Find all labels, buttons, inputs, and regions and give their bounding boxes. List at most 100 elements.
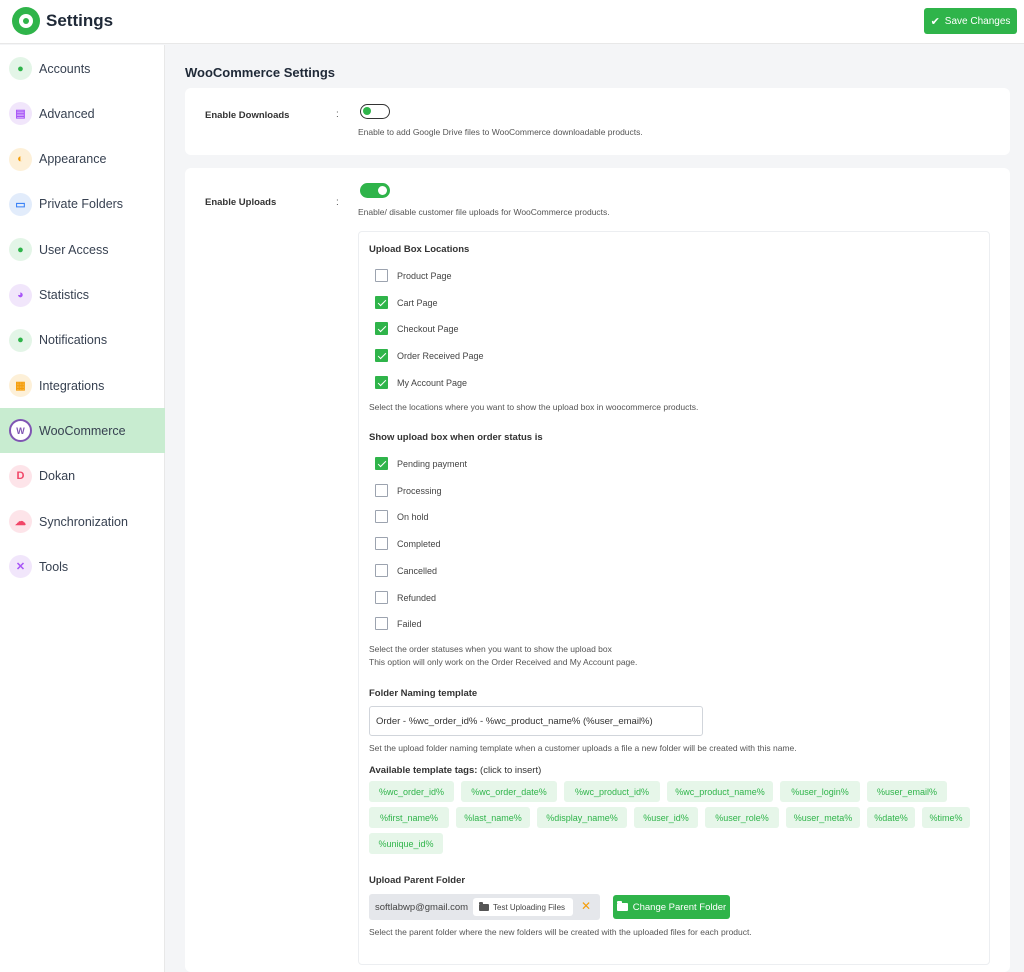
sidebar-item-dokan[interactable]: D Dokan <box>0 454 165 499</box>
cloud-sync-icon: ☁ <box>9 510 32 533</box>
sidebar-item-advanced[interactable]: ▤ Advanced <box>0 91 165 136</box>
template-tag[interactable]: %wc_product_id% <box>564 781 660 802</box>
downloads-card <box>185 88 1010 155</box>
template-tag[interactable]: %wc_order_date% <box>461 781 557 802</box>
pie-chart-icon: ◕ <box>9 283 32 307</box>
checkbox-label: Cancelled <box>397 565 438 576</box>
sidebar-item-label: Advanced <box>39 106 95 121</box>
folder-open-icon <box>616 901 628 911</box>
selected-folder-chip: Test Uploading Files <box>473 898 573 916</box>
checkbox-label: Checkout Page <box>397 324 459 335</box>
sidebar-item-woocommerce[interactable]: W WooCommerce <box>0 408 165 454</box>
enable-downloads-toggle[interactable] <box>360 104 390 119</box>
template-tags-title-bold: Available template tags: <box>369 765 478 776</box>
sidebar-item-user-access[interactable]: ● User Access <box>0 227 165 272</box>
uploads-description: Enable/ disable customer file uploads fo… <box>358 207 610 217</box>
template-tag[interactable]: %user_login% <box>780 781 860 802</box>
parent-folder-description: Select the parent folder where the new f… <box>369 927 752 937</box>
downloads-colon: : <box>336 109 339 120</box>
checkbox-order-received-page[interactable] <box>375 349 388 363</box>
checkbox-cart-page[interactable] <box>375 295 388 309</box>
checkbox-completed[interactable] <box>375 537 388 551</box>
sidebar-item-label: Accounts <box>39 61 91 76</box>
sidebar-item-label: Tools <box>39 559 69 574</box>
checkbox-label: Completed <box>397 539 441 550</box>
checkbox-failed[interactable] <box>375 617 388 631</box>
template-tag[interactable]: %unique_id% <box>369 833 443 854</box>
folder-naming-input[interactable] <box>369 706 703 736</box>
sidebar-item-label: Dokan <box>39 469 76 484</box>
enable-downloads-label: Enable Downloads <box>205 110 290 121</box>
checkbox-my-account-page[interactable] <box>375 375 388 389</box>
sidebar-item-synchronization[interactable]: ☁ Synchronization <box>0 499 165 544</box>
checkbox-label: Product Page <box>397 271 452 281</box>
template-tag[interactable]: %wc_product_name% <box>667 781 773 802</box>
woocommerce-icon: W <box>9 419 32 443</box>
sidebar-item-label: Notifications <box>39 333 108 348</box>
template-tag[interactable]: %date% <box>867 807 915 828</box>
template-tag[interactable]: %first_name% <box>369 807 449 828</box>
save-changes-button[interactable]: ✔ Save Changes <box>924 8 1017 34</box>
template-tag[interactable]: %user_email% <box>867 781 947 802</box>
status-description-1: Select the order statuses when you want … <box>369 644 612 654</box>
template-tag[interactable]: %time% <box>922 807 970 828</box>
template-tags-title-rest: (click to insert) <box>477 765 542 776</box>
selected-folder-name: Test Uploading Files <box>493 902 566 912</box>
checkbox-label: Failed <box>397 619 422 630</box>
checkbox-label: Cart Page <box>397 297 438 308</box>
save-changes-label: Save Changes <box>944 15 1011 27</box>
sidebar-item-private-folders[interactable]: ▭ Private Folders <box>0 182 165 227</box>
template-tag[interactable]: %wc_order_id% <box>369 781 454 802</box>
checkbox-pending-payment[interactable] <box>375 457 388 470</box>
palette-icon: ◐ <box>9 147 32 171</box>
template-tag[interactable]: %user_meta% <box>786 807 860 828</box>
checkbox-checkout-page[interactable] <box>375 322 388 336</box>
sidebar-item-integrations[interactable]: ▦ Integrations <box>0 363 165 408</box>
sidebar-item-label: Appearance <box>39 152 107 167</box>
locations-description: Select the locations where you want to s… <box>369 402 699 412</box>
enable-uploads-toggle[interactable] <box>360 183 390 198</box>
sidebar-item-label: Statistics <box>39 288 90 302</box>
folder-naming-title: Folder Naming template <box>369 688 478 699</box>
sidebar-item-label: User Access <box>39 242 109 257</box>
checkbox-label: Processing <box>397 485 442 496</box>
parent-folder-field: softlabwp@gmail.com Test Uploading Files… <box>369 894 600 920</box>
checkbox-product-page[interactable] <box>375 269 388 282</box>
sidebar-item-label: WooCommerce <box>39 423 126 438</box>
remove-folder-icon[interactable]: ✕ <box>581 899 591 913</box>
checkbox-on-hold[interactable] <box>375 510 388 524</box>
template-tag[interactable]: %display_name% <box>537 807 627 828</box>
order-status-title: Show upload box when order status is <box>369 432 543 443</box>
checkbox-label: Pending payment <box>397 459 468 469</box>
top-header: Settings ✔ Save Changes <box>0 0 1024 44</box>
uploads-colon: : <box>336 197 339 208</box>
sliders-icon: ▤ <box>9 102 32 126</box>
grid-icon: ▦ <box>9 374 32 398</box>
folder-icon <box>479 901 489 911</box>
sidebar-item-appearance[interactable]: ◐ Appearance <box>0 137 165 182</box>
user-icon: ● <box>9 57 32 80</box>
sidebar-item-label: Synchronization <box>39 514 128 529</box>
checkbox-refunded[interactable] <box>375 590 388 604</box>
sidebar-item-tools[interactable]: ✕ Tools <box>0 544 165 589</box>
section-title: WooCommerce Settings <box>185 65 336 80</box>
account-email: softlabwp@gmail.com <box>375 902 469 913</box>
checkbox-cancelled[interactable] <box>375 563 388 577</box>
sidebar-item-notifications[interactable]: ● Notifications <box>0 318 165 363</box>
naming-description: Set the upload folder naming template wh… <box>369 743 797 753</box>
upload-box-locations-title: Upload Box Locations <box>369 244 470 255</box>
sidebar-item-accounts[interactable]: ● Accounts <box>0 46 165 91</box>
change-parent-folder-label: Change Parent Folder <box>632 901 727 913</box>
checkbox-label: On hold <box>397 512 429 523</box>
template-tag[interactable]: %last_name% <box>456 807 530 828</box>
change-parent-folder-button[interactable]: Change Parent Folder <box>613 895 730 919</box>
sidebar-item-statistics[interactable]: ◕ Statistics <box>0 273 165 318</box>
check-icon: ✔ <box>930 15 940 28</box>
checkbox-processing[interactable] <box>375 483 388 497</box>
user-lock-icon: ● <box>9 238 32 262</box>
template-tag[interactable]: %user_role% <box>705 807 779 828</box>
template-tags-title: Available template tags: (click to inser… <box>369 765 541 776</box>
checkbox-label: My Account Page <box>397 377 468 388</box>
dokan-icon: D <box>9 464 32 488</box>
template-tag[interactable]: %user_id% <box>634 807 698 828</box>
